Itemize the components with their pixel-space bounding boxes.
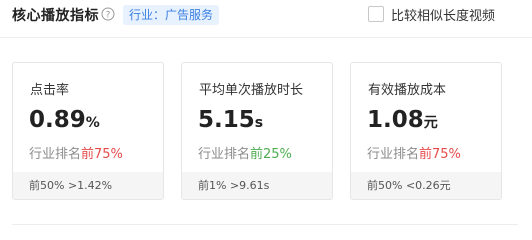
section-title: 核心播放指标 bbox=[12, 8, 99, 24]
industry-rank: 行业排名前75% bbox=[29, 147, 123, 162]
metric-value: 5.15s bbox=[198, 107, 264, 133]
metric-card-avg-play-duration: 平均单次播放时长 5.15s 行业排名前25% 前1% >9.61s bbox=[181, 62, 333, 200]
industry-rank: 行业排名前75% bbox=[367, 147, 461, 162]
compare-checkbox[interactable] bbox=[368, 6, 384, 22]
metric-label: 点击率 bbox=[30, 83, 70, 98]
metric-label: 平均单次播放时长 bbox=[199, 83, 304, 98]
help-icon[interactable]: ? bbox=[101, 7, 115, 21]
metric-card-ctr: 点击率 0.89% 行业排名前75% 前50% >1.42% bbox=[12, 62, 164, 200]
metric-label: 有效播放成本 bbox=[368, 83, 447, 98]
industry-rank: 行业排名前25% bbox=[198, 147, 292, 162]
bottom-divider bbox=[12, 224, 518, 225]
header-divider bbox=[0, 37, 532, 38]
industry-tag: 行业：广告服务 bbox=[123, 5, 220, 25]
benchmark-footer: 前50% >1.42% bbox=[13, 172, 163, 199]
svg-text:?: ? bbox=[106, 11, 111, 21]
benchmark-footer: 前1% >9.61s bbox=[182, 172, 332, 199]
header: 核心播放指标 ? 行业：广告服务 比较相似长度视频 bbox=[0, 0, 532, 36]
benchmark-footer: 前50% <0.26元 bbox=[351, 172, 501, 199]
rank-value: 前25% bbox=[250, 147, 292, 162]
metric-value: 1.08元 bbox=[367, 107, 438, 133]
compare-checkbox-label[interactable]: 比较相似长度视频 bbox=[391, 5, 495, 24]
rank-value: 前75% bbox=[419, 147, 461, 162]
metric-card-effective-play-cost: 有效播放成本 1.08元 行业排名前75% 前50% <0.26元 bbox=[350, 62, 502, 200]
rank-value: 前75% bbox=[81, 147, 123, 162]
metric-value: 0.89% bbox=[29, 107, 100, 133]
